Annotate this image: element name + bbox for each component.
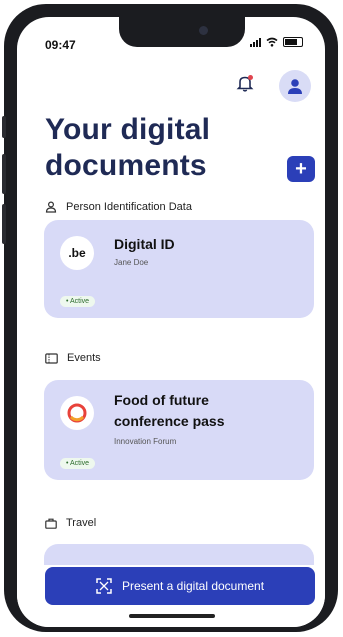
belgium-logo-icon: .be [60, 236, 94, 270]
document-card-digital-id[interactable]: .be Digital ID Jane Doe • Active [44, 220, 314, 318]
present-button-label: Present a digital document [121, 579, 265, 593]
signal-icon [250, 37, 261, 47]
camera-dot [199, 26, 208, 35]
section-label-travel: Travel [66, 517, 97, 529]
card-subtitle: Jane Doe [114, 258, 149, 267]
status-icons [250, 37, 303, 47]
card-title-line1: Food of future [114, 392, 209, 408]
add-document-button[interactable]: + [287, 156, 315, 182]
card-title-line2: conference pass [114, 413, 225, 429]
volume-down-button [2, 204, 6, 244]
section-label-events: Events [67, 352, 101, 364]
bell-icon[interactable] [235, 73, 255, 93]
ticket-icon [45, 352, 58, 364]
present-document-button[interactable]: Present a digital document [45, 567, 315, 605]
status-badge: • Active [60, 296, 96, 307]
section-header-pid: Person Identification Data [45, 201, 192, 213]
card-title: Food of future conference pass [114, 390, 225, 432]
page-title-line2: documents [45, 149, 207, 182]
scan-icon [96, 578, 112, 594]
app-screen: 09:47 Your digital documents + Person Id… [17, 17, 325, 627]
battery-icon [283, 37, 303, 47]
profile-avatar-button[interactable] [279, 70, 311, 102]
notch [119, 17, 245, 47]
page-title-line1: Your digital [45, 113, 211, 146]
logo-text: .be [68, 246, 86, 260]
status-time: 09:47 [45, 38, 76, 52]
status-badge: • Active [60, 458, 96, 469]
conference-logo-icon [60, 396, 94, 430]
document-card-conference[interactable]: Food of future conference pass Innovatio… [44, 380, 314, 480]
wifi-icon [266, 37, 278, 47]
section-label-pid: Person Identification Data [66, 201, 192, 213]
volume-up-button [2, 154, 6, 194]
card-title: Digital ID [114, 236, 175, 252]
suitcase-icon [45, 518, 57, 529]
user-icon [288, 79, 302, 94]
ring-logo-icon [67, 403, 87, 423]
phone-frame: 09:47 Your digital documents + Person Id… [2, 4, 338, 632]
home-indicator[interactable] [129, 614, 215, 618]
section-header-events: Events [45, 352, 101, 364]
person-icon [45, 201, 57, 213]
section-header-travel: Travel [45, 517, 96, 529]
card-subtitle: Innovation Forum [114, 437, 177, 446]
mute-switch [2, 116, 6, 138]
page-title: Your digital documents [45, 112, 285, 184]
